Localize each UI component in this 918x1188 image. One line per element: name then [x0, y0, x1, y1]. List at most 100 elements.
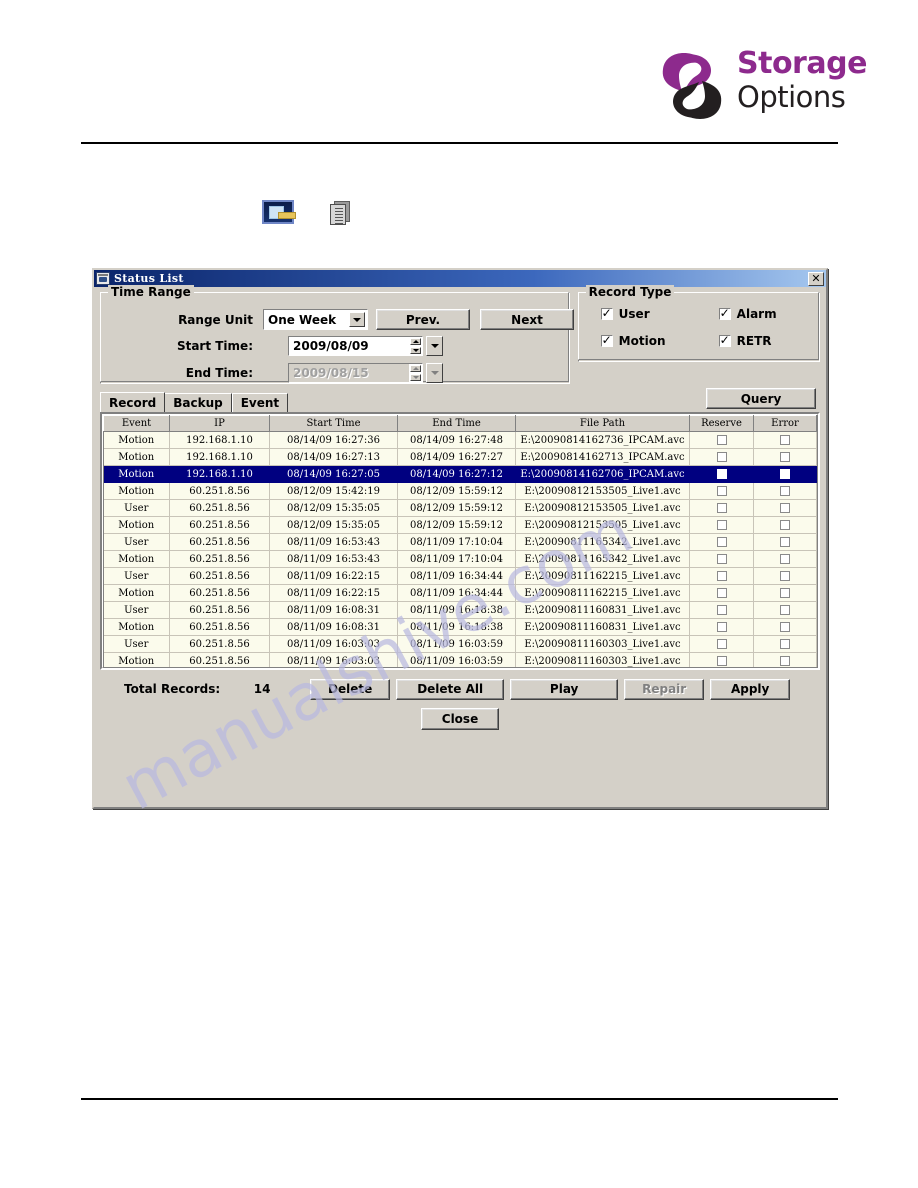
- table-row[interactable]: Motion 60.251.8.56 08/11/09 16:03:03 08/11/…: [103, 652, 817, 667]
- cell-reserve-checkbox[interactable]: [689, 465, 754, 483]
- checkbox-user[interactable]: User: [600, 306, 719, 321]
- checkbox-icon[interactable]: [716, 469, 727, 479]
- checkbox-icon[interactable]: [716, 656, 727, 666]
- table-row[interactable]: Motion 60.251.8.56 08/11/09 16:22:15 08/11/…: [103, 584, 817, 602]
- checkmark-icon[interactable]: [718, 333, 731, 347]
- cell-error-checkbox[interactable]: [753, 499, 817, 517]
- checkbox-icon[interactable]: [716, 588, 727, 598]
- spinner-up-icon[interactable]: [410, 338, 421, 345]
- table-row[interactable]: Motion 60.251.8.56 08/11/09 16:53:43 08/11/…: [103, 550, 817, 568]
- cell-error-checkbox[interactable]: [753, 652, 817, 667]
- table-row[interactable]: Motion 192.168.1.10 08/14/09 16:27:13 08/14…: [103, 448, 817, 466]
- cell-error-checkbox[interactable]: [753, 567, 817, 585]
- cell-error-checkbox[interactable]: [753, 550, 817, 568]
- cell-reserve-checkbox[interactable]: [689, 499, 754, 517]
- checkbox-alarm[interactable]: Alarm: [718, 306, 777, 321]
- table-row[interactable]: User 60.251.8.56 08/12/09 15:35:05 08/12/09…: [103, 499, 817, 517]
- cell-reserve-checkbox[interactable]: [689, 652, 754, 667]
- checkbox-retr[interactable]: RETR: [718, 333, 777, 348]
- checkbox-icon[interactable]: [780, 486, 790, 496]
- tab-event[interactable]: Event: [231, 393, 289, 412]
- cell-reserve-checkbox[interactable]: [689, 584, 754, 602]
- checkbox-icon[interactable]: [780, 605, 790, 615]
- col-header-end[interactable]: End Time: [397, 415, 516, 432]
- start-time-spinner[interactable]: [409, 336, 423, 356]
- start-time-value[interactable]: 2009/08/09: [288, 336, 409, 356]
- chevron-down-icon[interactable]: [349, 312, 365, 327]
- cell-error-checkbox[interactable]: [753, 601, 817, 619]
- checkbox-icon[interactable]: [716, 452, 727, 462]
- checkbox-icon[interactable]: [716, 571, 727, 581]
- start-time-calendar-dropdown[interactable]: [426, 336, 443, 356]
- checkbox-icon[interactable]: [780, 469, 790, 479]
- cell-reserve-checkbox[interactable]: [689, 533, 754, 551]
- cell-reserve-checkbox[interactable]: [689, 482, 754, 500]
- close-window-button[interactable]: ✕: [808, 271, 824, 286]
- col-header-start[interactable]: Start Time: [269, 415, 398, 432]
- table-row[interactable]: Motion 60.251.8.56 08/12/09 15:42:19 08/12/…: [103, 482, 817, 500]
- checkbox-motion[interactable]: Motion: [600, 333, 719, 348]
- checkbox-icon[interactable]: [716, 537, 727, 547]
- delete-all-button[interactable]: Delete All: [396, 678, 505, 700]
- checkbox-icon[interactable]: [780, 554, 790, 564]
- col-header-event[interactable]: Event: [103, 415, 170, 432]
- prev-button[interactable]: Prev.: [376, 309, 470, 330]
- checkbox-icon[interactable]: [716, 435, 727, 445]
- checkbox-icon[interactable]: [716, 554, 727, 564]
- table-row[interactable]: User 60.251.8.56 08/11/09 16:22:15 08/11/09…: [103, 567, 817, 585]
- checkbox-icon[interactable]: [780, 520, 790, 530]
- checkbox-icon[interactable]: [780, 571, 790, 581]
- cell-reserve-checkbox[interactable]: [689, 618, 754, 636]
- cell-error-checkbox[interactable]: [753, 448, 817, 466]
- checkbox-icon[interactable]: [716, 503, 727, 513]
- checkmark-icon[interactable]: [718, 306, 731, 320]
- col-header-reserve[interactable]: Reserve: [689, 415, 754, 432]
- cell-error-checkbox[interactable]: [753, 465, 817, 483]
- tab-backup[interactable]: Backup: [164, 393, 232, 412]
- cell-error-checkbox[interactable]: [753, 533, 817, 551]
- next-button[interactable]: Next: [480, 309, 574, 330]
- checkbox-icon[interactable]: [716, 605, 727, 615]
- play-button[interactable]: Play: [510, 678, 619, 700]
- cell-error-checkbox[interactable]: [753, 635, 817, 653]
- cell-error-checkbox[interactable]: [753, 431, 817, 449]
- cell-reserve-checkbox[interactable]: [689, 431, 754, 449]
- table-row[interactable]: User 60.251.8.56 08/11/09 16:53:43 08/11/09…: [103, 533, 817, 551]
- query-button[interactable]: Query: [706, 388, 816, 409]
- checkbox-icon[interactable]: [716, 622, 727, 632]
- checkbox-icon[interactable]: [716, 486, 727, 496]
- delete-button[interactable]: Delete: [310, 678, 391, 700]
- table-row[interactable]: User 60.251.8.56 08/11/09 16:03:03 08/11/09…: [103, 635, 817, 653]
- checkbox-icon[interactable]: [780, 588, 790, 598]
- checkbox-icon[interactable]: [780, 435, 790, 445]
- spinner-down-icon[interactable]: [410, 347, 421, 354]
- table-row[interactable]: User 60.251.8.56 08/11/09 16:08:31 08/11/09…: [103, 601, 817, 619]
- tab-record[interactable]: Record: [100, 392, 166, 412]
- cell-error-checkbox[interactable]: [753, 482, 817, 500]
- checkbox-icon[interactable]: [780, 639, 790, 649]
- cell-reserve-checkbox[interactable]: [689, 516, 754, 534]
- close-button[interactable]: Close: [421, 708, 499, 730]
- checkmark-icon[interactable]: [600, 306, 613, 320]
- checkbox-icon[interactable]: [716, 639, 727, 649]
- cell-error-checkbox[interactable]: [753, 584, 817, 602]
- table-row[interactable]: Motion 60.251.8.56 08/12/09 15:35:05 08/12/…: [103, 516, 817, 534]
- checkbox-icon[interactable]: [780, 503, 790, 513]
- col-header-ip[interactable]: IP: [169, 415, 270, 432]
- checkbox-icon[interactable]: [780, 537, 790, 547]
- checkmark-icon[interactable]: [600, 333, 613, 347]
- cell-reserve-checkbox[interactable]: [689, 550, 754, 568]
- checkbox-icon[interactable]: [716, 520, 727, 530]
- checkbox-icon[interactable]: [780, 656, 790, 666]
- cell-error-checkbox[interactable]: [753, 618, 817, 636]
- table-row[interactable]: Motion 192.168.1.10 08/14/09 16:27:05 08/14…: [103, 465, 817, 483]
- checkbox-icon[interactable]: [780, 452, 790, 462]
- cell-reserve-checkbox[interactable]: [689, 635, 754, 653]
- col-header-error[interactable]: Error: [753, 415, 817, 432]
- col-header-path[interactable]: File Path: [515, 415, 690, 432]
- cell-reserve-checkbox[interactable]: [689, 601, 754, 619]
- range-unit-select[interactable]: One Week: [263, 309, 368, 330]
- cell-reserve-checkbox[interactable]: [689, 567, 754, 585]
- checkbox-icon[interactable]: [780, 622, 790, 632]
- cell-reserve-checkbox[interactable]: [689, 448, 754, 466]
